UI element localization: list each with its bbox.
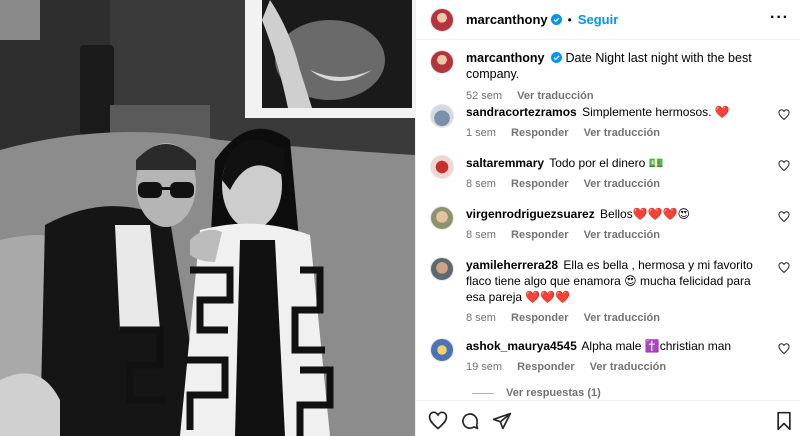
caption-username[interactable]: marcanthony: [466, 51, 545, 65]
header-separator: •: [567, 12, 572, 27]
comment-age: 1 sem: [466, 127, 496, 139]
commenter-avatar[interactable]: [430, 338, 454, 362]
comment-body: virgenrodriguezsuarez Bellos❤️❤️❤️😍 8 se…: [466, 206, 766, 243]
follow-button[interactable]: Seguir: [578, 12, 618, 27]
caption-meta: 52 sem Ver traducción: [466, 88, 790, 104]
commenter-avatar[interactable]: [430, 206, 454, 230]
author-avatar[interactable]: [430, 7, 454, 32]
post-caption: marcanthony Date Night last night with t…: [430, 50, 790, 104]
comment-item: saltaremmary Todo por el dinero 💵 8 sem …: [430, 155, 790, 192]
post-photo[interactable]: [0, 0, 415, 436]
comment-age: 8 sem: [466, 229, 496, 241]
comment-meta: 8 sem Responder Ver traducción: [466, 176, 766, 192]
comment-username[interactable]: saltaremmary: [466, 156, 544, 170]
post-header: marcanthony • Seguir ···: [416, 0, 800, 40]
reply-button[interactable]: Responder: [517, 361, 574, 373]
comment-username[interactable]: yamileherrera28: [466, 258, 558, 272]
view-replies-label: Ver respuestas (1): [506, 387, 601, 399]
caption-age: 52 sem: [466, 90, 503, 102]
comment-meta: 8 sem Responder Ver traducción: [466, 310, 766, 326]
heart-icon[interactable]: [778, 109, 790, 121]
comment-username[interactable]: virgenrodriguezsuarez: [466, 207, 595, 221]
heart-icon[interactable]: [778, 160, 790, 172]
see-translation-button[interactable]: Ver traducción: [584, 127, 660, 139]
comment-meta: 8 sem Responder Ver traducción: [466, 227, 766, 243]
caption-see-translation[interactable]: Ver traducción: [517, 90, 593, 102]
comment-item: yamileherrera28 Ella es bella , hermosa …: [430, 257, 790, 326]
photo-illustration: [0, 0, 415, 436]
comment-meta: 1 sem Responder Ver traducción: [466, 125, 766, 141]
comment-item: sandracortezramos Simplemente hermosos. …: [430, 104, 790, 141]
caption-body: marcanthony Date Night last night with t…: [466, 50, 790, 104]
more-options-icon[interactable]: ···: [770, 10, 789, 26]
comment-text: Alpha male ✝️christian man: [581, 339, 732, 353]
post-detail-panel: marcanthony • Seguir ··· marcanthony Dat…: [415, 0, 800, 436]
comment-body: sandracortezramos Simplemente hermosos. …: [466, 104, 766, 141]
see-translation-button[interactable]: Ver traducción: [584, 178, 660, 190]
author-username[interactable]: marcanthony: [466, 12, 548, 27]
comment-item: ashok_maurya4545 Alpha male ✝️christian …: [430, 338, 790, 375]
comment-age: 19 sem: [466, 361, 503, 373]
comment-item: virgenrodriguezsuarez Bellos❤️❤️❤️😍 8 se…: [430, 206, 790, 243]
caption-author-avatar[interactable]: [430, 50, 454, 74]
comment-text: Todo por el dinero 💵: [549, 156, 664, 170]
commenter-avatar[interactable]: [430, 155, 454, 179]
heart-icon[interactable]: [428, 411, 448, 431]
share-icon[interactable]: [492, 411, 512, 431]
comment-text: Simplemente hermosos. ❤️: [582, 105, 730, 119]
commenter-avatar[interactable]: [430, 104, 454, 128]
comment-text: Bellos❤️❤️❤️😍: [600, 207, 691, 221]
see-translation-button[interactable]: Ver traducción: [584, 312, 660, 324]
comment-body: saltaremmary Todo por el dinero 💵 8 sem …: [466, 155, 766, 192]
heart-icon[interactable]: [778, 262, 790, 274]
reply-button[interactable]: Responder: [511, 178, 568, 190]
comment-body: yamileherrera28 Ella es bella , hermosa …: [466, 257, 766, 326]
replies-divider: [472, 392, 494, 394]
commenter-avatar[interactable]: [430, 257, 454, 281]
reply-button[interactable]: Responder: [511, 127, 568, 139]
heart-icon[interactable]: [778, 343, 790, 355]
comment-username[interactable]: sandracortezramos: [466, 105, 577, 119]
comment-age: 8 sem: [466, 178, 496, 190]
reply-button[interactable]: Responder: [511, 229, 568, 241]
comment-icon[interactable]: [460, 411, 480, 431]
comment-body: ashok_maurya4545 Alpha male ✝️christian …: [466, 338, 766, 375]
see-translation-button[interactable]: Ver traducción: [590, 361, 666, 373]
heart-icon[interactable]: [778, 211, 790, 223]
bookmark-icon[interactable]: [774, 411, 794, 431]
verified-badge-icon: [550, 52, 562, 63]
view-replies-button[interactable]: Ver respuestas (1): [472, 387, 601, 399]
comment-meta: 19 sem Responder Ver traducción: [466, 359, 766, 375]
verified-badge-icon: [550, 14, 562, 25]
comment-username[interactable]: ashok_maurya4545: [466, 339, 577, 353]
comment-age: 8 sem: [466, 312, 496, 324]
see-translation-button[interactable]: Ver traducción: [584, 229, 660, 241]
action-bar: [416, 400, 800, 436]
reply-button[interactable]: Responder: [511, 312, 568, 324]
